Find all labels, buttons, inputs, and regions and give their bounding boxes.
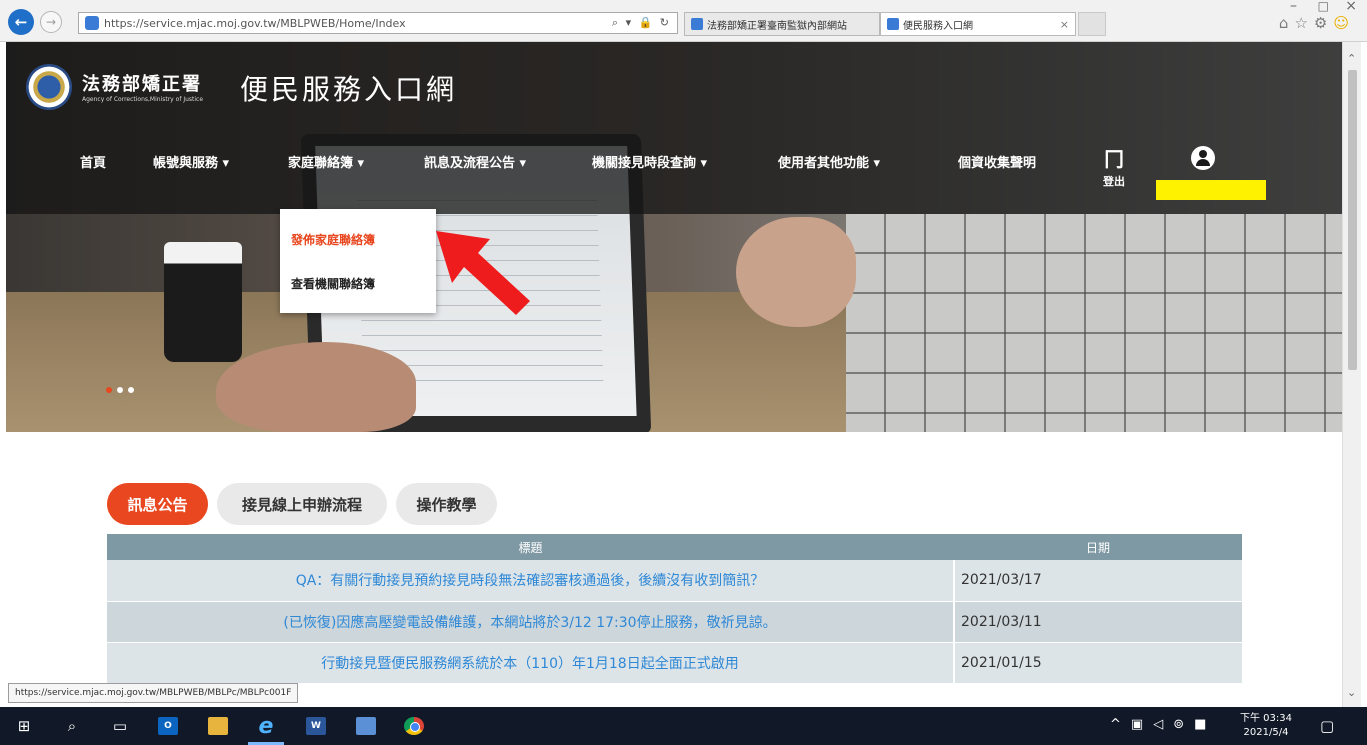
status-bar-url: https://service.mjac.moj.gov.tw/MBLPWEB/… xyxy=(8,683,299,703)
new-tab-button[interactable] xyxy=(1078,12,1106,36)
hero-window-image xyxy=(846,214,1342,432)
window-maximize-icon[interactable]: □ xyxy=(1318,0,1329,13)
address-tools-icons[interactable]: ⌕ ▾ 🔒 ↻ xyxy=(612,16,671,30)
site-header xyxy=(6,42,1342,214)
tab-favicon-icon xyxy=(887,18,899,30)
tab-news[interactable]: 訊息公告 xyxy=(107,483,208,525)
photos-app-icon[interactable] xyxy=(356,717,376,735)
volume-icon[interactable]: ◁ xyxy=(1153,717,1173,732)
outlook-app-icon[interactable]: O xyxy=(158,717,178,735)
web-page: 法務部矯正署 Agency of Corrections,Ministry of… xyxy=(6,42,1342,707)
table-row: QA：有關行動接見預約接見時段無法確認審核通過後，後續沒有收到簡訊？ 2021/… xyxy=(107,560,1242,602)
family-contact-dropdown: 發佈家庭聯絡簿 查看機關聯絡簿 xyxy=(280,209,436,313)
nav-account-services[interactable]: 帳號與服務 ▾ xyxy=(153,152,229,171)
org-subtitle: Agency of Corrections,Ministry of Justic… xyxy=(82,96,204,103)
system-tray-icons[interactable]: ^▣◁⊚■ xyxy=(1110,717,1216,732)
settings-gear-icon[interactable]: ⚙ xyxy=(1314,14,1333,32)
windows-taskbar: ⊞ ⌕ ▭ O e W ^▣◁⊚■ 下午 03:34 2021/5/4 ▢ xyxy=(0,707,1367,745)
feedback-smiley-icon[interactable]: ☺ xyxy=(1333,14,1355,32)
carousel-indicators[interactable] xyxy=(106,387,134,393)
window-minimize-icon[interactable]: – xyxy=(1290,0,1297,14)
table-row: (已恢復)因應高壓變電設備維護，本網站將於3/12 17:30停止服務，敬祈見諒… xyxy=(107,601,1242,643)
nav-family-contact-book[interactable]: 家庭聯絡簿 ▾ xyxy=(288,152,364,171)
news-title-link[interactable]: (已恢復)因應高壓變電設備維護，本網站將於3/12 17:30停止服務，敬祈見諒… xyxy=(107,601,955,643)
news-table: 標題 日期 QA：有關行動接見預約接見時段無法確認審核通過後，後續沒有收到簡訊？… xyxy=(107,534,1242,684)
red-pointer-arrow-icon xyxy=(436,231,530,315)
news-date: 2021/01/15 xyxy=(954,642,1242,684)
file-explorer-icon[interactable] xyxy=(208,717,228,735)
tab-label: 便民服務入口網 xyxy=(903,20,973,32)
hero-banner xyxy=(6,42,1342,432)
address-bar[interactable]: https://service.mjac.moj.gov.tw/MBLPWEB/… xyxy=(78,12,678,34)
favorites-star-icon[interactable]: ☆ xyxy=(1294,14,1313,32)
windows-start-icon[interactable]: ⊞ xyxy=(14,717,34,735)
hero-hand-image xyxy=(736,217,856,327)
news-title-link[interactable]: 行動接見暨便民服務網系統於本（110）年1月18日起全面正式啟用 xyxy=(107,642,955,684)
browser-tab-portal[interactable]: 便民服務入口網 × xyxy=(880,12,1076,36)
clock-date: 2021/5/4 xyxy=(1243,727,1289,738)
site-favicon-icon xyxy=(85,16,99,30)
news-title-link[interactable]: QA：有關行動接見預約接見時段無法確認審核通過後，後續沒有收到簡訊？ xyxy=(107,560,955,602)
nav-visit-schedule[interactable]: 機關接見時段查詢 ▾ xyxy=(592,152,707,171)
dropdown-item-send-contact-book[interactable]: 發佈家庭聯絡簿 xyxy=(291,231,375,248)
window-close-icon[interactable]: × xyxy=(1345,0,1357,14)
home-icon[interactable]: ⌂ xyxy=(1279,14,1295,32)
input-method-icon[interactable]: ■ xyxy=(1194,717,1216,732)
carousel-dot[interactable] xyxy=(128,387,134,393)
nav-news-announcements[interactable]: 訊息及流程公告 ▾ xyxy=(424,152,526,171)
nav-user-functions[interactable]: 使用者其他功能 ▾ xyxy=(778,152,880,171)
dropdown-item-view-contact-book[interactable]: 查看機關聯絡簿 xyxy=(291,275,375,292)
nav-home[interactable]: 首頁 xyxy=(80,152,106,171)
tab-favicon-icon xyxy=(691,18,703,30)
address-url: https://service.mjac.moj.gov.tw/MBLPWEB/… xyxy=(104,16,406,30)
task-view-icon[interactable]: ▭ xyxy=(110,717,130,735)
tab-close-icon[interactable]: × xyxy=(1060,18,1069,31)
browser-toolbar: ← → https://service.mjac.moj.gov.tw/MBLP… xyxy=(0,0,1367,42)
table-row: 行動接見暨便民服務網系統於本（110）年1月18日起全面正式啟用 2021/01… xyxy=(107,642,1242,684)
news-date: 2021/03/11 xyxy=(954,601,1242,643)
page-scrollbar[interactable]: ⌃ ⌄ xyxy=(1342,42,1361,707)
back-arrow-icon[interactable]: ← xyxy=(8,9,34,35)
notifications-icon[interactable]: ▢ xyxy=(1320,717,1334,735)
scroll-down-chevron-icon[interactable]: ⌄ xyxy=(1347,686,1356,699)
scrollbar-thumb[interactable] xyxy=(1348,70,1357,370)
table-header-row: 標題 日期 xyxy=(107,534,1242,560)
nav-privacy-statement[interactable]: 個資收集聲明 xyxy=(958,152,1036,171)
tab-label: 法務部矯正署臺南監獄內部網站 xyxy=(707,20,847,32)
word-app-icon[interactable]: W xyxy=(306,717,326,735)
chrome-app-icon[interactable] xyxy=(404,717,424,735)
carousel-dot[interactable] xyxy=(106,387,112,393)
logout-label: 登出 xyxy=(1103,175,1125,188)
agency-seal-logo[interactable] xyxy=(26,64,72,110)
network-icon[interactable]: ▣ xyxy=(1131,717,1153,732)
column-header-date: 日期 xyxy=(954,534,1242,560)
logout-button[interactable]: 冂 登出 xyxy=(1094,148,1134,189)
column-header-title: 標題 xyxy=(107,534,954,560)
org-name: 法務部矯正署 xyxy=(82,74,202,95)
hero-coffee-cup-image xyxy=(164,242,242,362)
forward-arrow-icon[interactable]: → xyxy=(40,11,62,33)
scroll-up-chevron-icon[interactable]: ⌃ xyxy=(1347,52,1356,65)
tab-tutorial[interactable]: 操作教學 xyxy=(396,483,497,525)
settings-icon[interactable]: ⊚ xyxy=(1173,717,1194,732)
tray-expand-chevron-icon[interactable]: ^ xyxy=(1110,717,1131,732)
internet-explorer-icon[interactable]: e xyxy=(256,714,276,739)
news-date: 2021/03/17 xyxy=(954,560,1242,602)
taskbar-clock[interactable]: 下午 03:34 2021/5/4 xyxy=(1240,712,1292,740)
carousel-dot[interactable] xyxy=(117,387,123,393)
browser-tab-prison-site[interactable]: 法務部矯正署臺南監獄內部網站 xyxy=(684,12,880,36)
portal-title[interactable]: 便民服務入口網 xyxy=(240,68,457,108)
search-icon[interactable]: ⌕ xyxy=(62,717,82,735)
username-redacted-highlight xyxy=(1156,180,1266,200)
browser-toolbar-icons[interactable]: ⌂☆⚙☺ xyxy=(1279,14,1355,32)
user-avatar-icon[interactable] xyxy=(1191,146,1215,170)
logout-door-icon: 冂 xyxy=(1104,147,1124,171)
clock-time: 下午 03:34 xyxy=(1240,713,1292,724)
tab-online-visit-process[interactable]: 接見線上申辦流程 xyxy=(217,483,387,525)
